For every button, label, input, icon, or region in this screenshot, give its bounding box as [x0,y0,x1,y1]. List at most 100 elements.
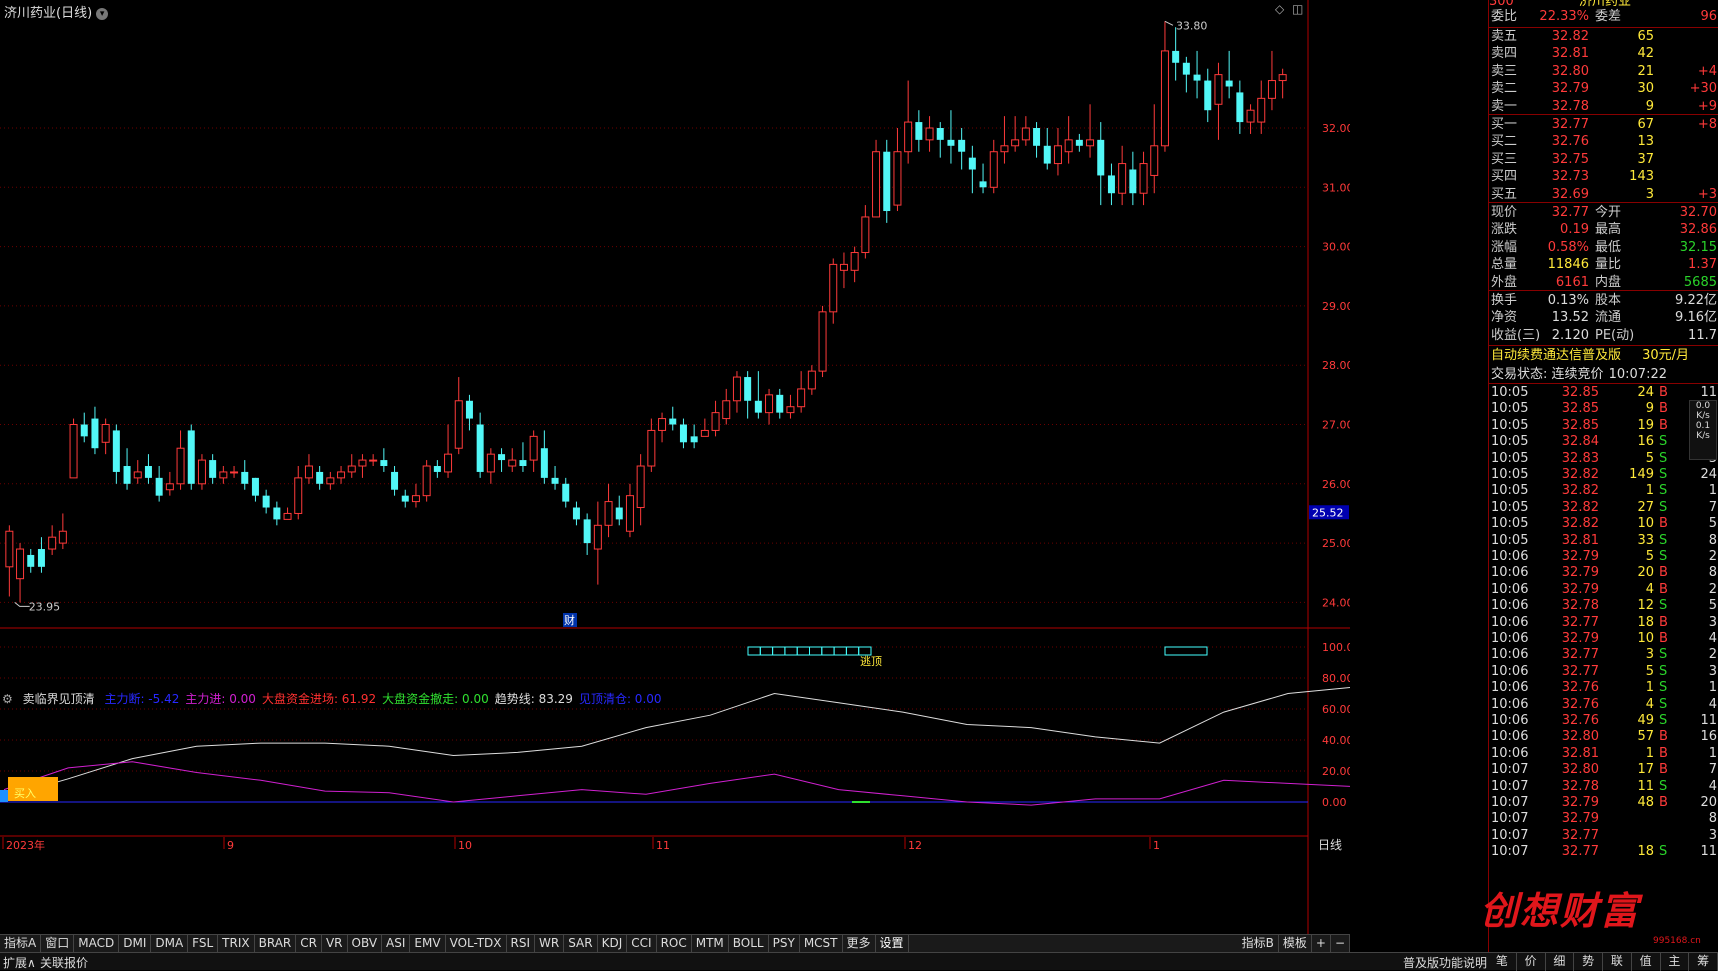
tick-price: 32.77 [1561,647,1599,663]
tick-time: 10:06 [1491,598,1529,614]
indicator-tab-right[interactable]: − [1331,935,1350,952]
candle-body-down [262,495,270,508]
indicator-tab[interactable]: MCST [800,935,843,952]
candle-body-up [850,252,859,271]
indicator-tab[interactable]: MACD [74,935,120,952]
tick-volume: 16 [1637,434,1654,450]
tick-count: 2 [1708,549,1717,564]
candle-body-up [1278,74,1287,82]
panel-tab[interactable]: 笔 [1488,953,1517,971]
tick-count: 11 [1700,713,1717,728]
low-price-label: 23.95 [29,600,61,613]
panel-tab[interactable]: 主 [1661,953,1690,971]
time-label: 2023年 [6,838,45,852]
kline-chart[interactable]: 32.00 31.00 30.00 29.00 28.00 27.00 26.00 25.00… [0,0,1350,944]
bid-row: 买五 32.69 3 +3 [1489,185,1718,204]
tick-side: S [1659,778,1668,794]
panel-tab[interactable]: 联 [1603,953,1632,971]
candle-body-up [58,530,67,544]
tick-row: 10:05 32.81 33 S 8 [1489,532,1718,550]
panel-tab[interactable]: 价 [1517,953,1546,971]
window-toggle-icon[interactable]: ◫ [1292,2,1303,16]
bid-volume: 13 [1637,134,1654,150]
tick-time: 10:06 [1491,647,1529,663]
panel-tab[interactable]: 势 [1574,953,1603,971]
panel-tab[interactable]: 值 [1632,953,1661,971]
price-tick-label: 29.00 [1322,300,1350,313]
indicator-tab[interactable]: OBV [348,935,383,952]
indicator-tab[interactable]: CCI [627,935,657,952]
tick-price: 32.82 [1561,516,1599,532]
tick-price: 32.77 [1561,827,1599,843]
fund-value: 2.120 [1551,327,1589,343]
candle-body-up [219,471,228,479]
dropdown-icon[interactable]: ▾ [96,7,109,20]
tick-time: 10:06 [1491,565,1529,581]
indicator-tab[interactable]: RSI [507,935,536,952]
tick-side: S [1659,713,1668,728]
indicator-tab[interactable]: TRIX [218,935,255,952]
indicator-tab-right[interactable]: + [1312,935,1331,952]
indicator-tab[interactable]: DMI [119,935,152,952]
indicator-tab[interactable]: 设置 [876,935,909,952]
indicator-tab[interactable]: WR [535,935,565,952]
chart-area[interactable]: 32.00 31.00 30.00 29.00 28.00 27.00 26.00 25.00… [0,0,1350,952]
candle-body-up [1064,139,1073,153]
tick-time: 10:07 [1491,827,1529,843]
bid-price: 32.69 [1551,186,1589,202]
expand-button[interactable]: 扩展∧ [3,954,36,971]
candle-body-up [893,151,902,206]
indicator-tab[interactable]: KDJ [598,935,628,952]
indicator-tab[interactable]: ASI [382,935,411,952]
indicator-tab[interactable]: CR [296,935,322,952]
gear-icon[interactable]: ⚙ [2,692,13,706]
panel-tab[interactable]: 细 [1546,953,1575,971]
candle-body-up [636,465,645,509]
indicator-tab[interactable]: BOLL [729,935,769,952]
indicator-tab[interactable]: PSY [769,935,800,952]
panel-tab[interactable]: 筹 [1689,953,1718,971]
indicator-tab[interactable]: EMV [410,935,446,952]
bid-price: 32.75 [1551,151,1589,167]
indicator-tab[interactable]: VR [322,935,348,952]
indicator-tab-right[interactable]: 指标B [1238,935,1279,952]
ask-row: 卖四 32.81 42 [1489,44,1718,63]
tick-side: B [1659,581,1668,597]
high-price-label: 33.80 [1176,19,1208,32]
indicator-fields: 主力断: -5.42 主力进: 0.00 大盘资金进场: 61.92 大盘资金撤走: … [104,692,667,706]
indicator-tab[interactable]: 更多 [843,935,876,952]
candle-body-up [925,127,934,141]
tick-price: 32.81 [1561,745,1599,761]
related-quote-button[interactable]: 关联报价 [40,954,88,971]
candle-body-down [144,466,152,478]
speed-widget[interactable]: 0.0 K/s 0.1 K/s [1689,400,1717,460]
tick-volume: 3 [1645,647,1654,663]
indicator-tab[interactable]: 窗口 [41,935,75,952]
escape-top-bar [796,646,811,656]
indicator-tab[interactable]: SAR [564,935,598,952]
quote-panel: 济川药业 300 委比 22.33% 委差 96 卖五 32.82 65 卖四 32.81 42 卖三 3… [1488,0,1718,952]
tick-volume: 18 [1637,844,1654,860]
indicator-tab[interactable]: DMA [151,935,189,952]
indicator-tab[interactable]: ROC [657,935,692,952]
candle-body-up [658,418,667,431]
edition-info-link[interactable]: 普及版功能说明 [1403,954,1487,971]
indicator-tab[interactable]: MTM [692,935,729,952]
candle-body-up [839,263,848,271]
indicator-tab-right[interactable]: 模板 [1279,935,1312,952]
candle-body-up [337,471,346,479]
tick-row: 10:07 32.79 8 [1489,810,1718,828]
indicator-tab[interactable]: BRAR [255,935,297,952]
tick-volume: 5 [1645,663,1654,679]
indicator-tab[interactable]: 指标A [0,935,42,952]
indicator-tab[interactable]: FSL [188,935,219,952]
diamond-icon[interactable]: ◇ [1275,2,1284,16]
candle-body-up [732,376,741,402]
tick-side: B [1659,631,1668,646]
tick-volume: 4 [1645,696,1654,712]
tick-count: 3 [1708,614,1717,630]
indicator-name[interactable]: 卖临界见顶清 [23,692,95,706]
indicator-tick-label: 60.00 [1322,703,1350,716]
candle-body-up [444,453,453,473]
indicator-tab[interactable]: VOL-TDX [446,935,507,952]
